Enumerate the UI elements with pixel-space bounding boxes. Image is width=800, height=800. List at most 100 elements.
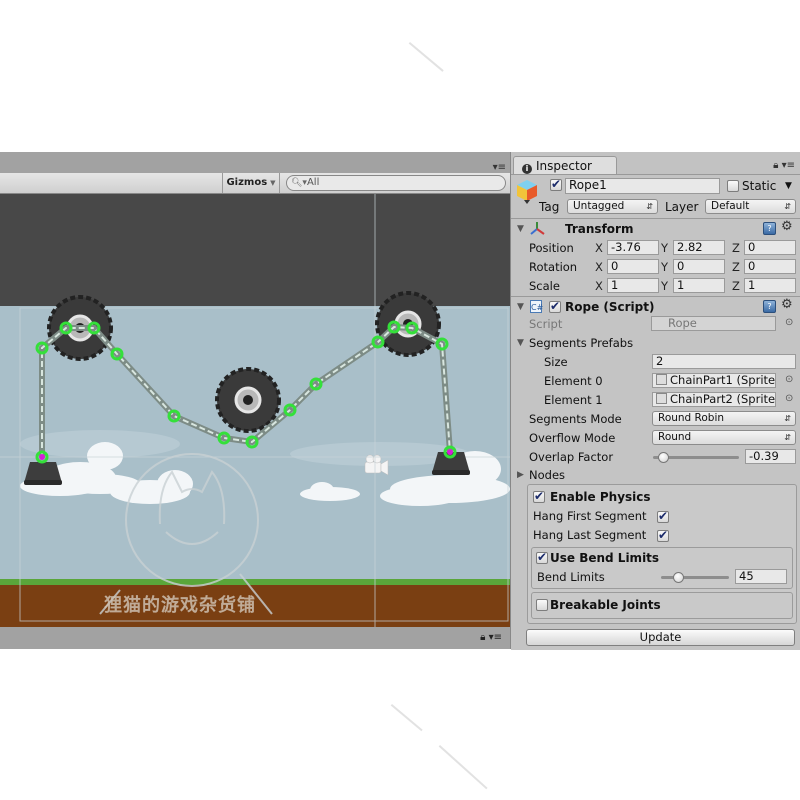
overflow-mode-value: Round: [658, 431, 692, 443]
scene-viewport[interactable]: 狸猫的游戏杂货铺: [0, 194, 510, 627]
lock-icon[interactable]: 🔒︎: [480, 632, 485, 643]
position-y-field[interactable]: 2.82: [673, 240, 725, 255]
element-0-field[interactable]: ChainPart1 (Sprite: [652, 373, 776, 388]
object-picker-icon[interactable]: ⊙: [785, 374, 793, 385]
breakable-joints-label: Breakable Joints: [550, 598, 661, 612]
expand-triangle-icon[interactable]: ▼: [517, 302, 524, 312]
enable-physics-label: Enable Physics: [550, 490, 651, 504]
size-field[interactable]: 2: [652, 354, 796, 369]
update-button[interactable]: Update: [526, 629, 795, 646]
bend-limits-slider-track[interactable]: [661, 576, 729, 579]
x-axis-label[interactable]: X: [595, 241, 603, 255]
rope-script-enabled-checkbox[interactable]: [549, 299, 561, 313]
y-axis-label[interactable]: Y: [661, 260, 668, 274]
z-axis-label[interactable]: Z: [732, 260, 740, 274]
hang-last-label: Hang Last Segment: [533, 528, 647, 542]
x-axis-label[interactable]: X: [595, 260, 603, 274]
segments-mode-select[interactable]: Round Robin ⇵: [652, 411, 796, 426]
element-0-value: ChainPart1 (Sprite: [670, 373, 776, 387]
object-picker-icon[interactable]: ⊙: [785, 393, 793, 404]
expand-triangle-icon[interactable]: ▼: [517, 338, 524, 348]
use-bend-limits-checkbox[interactable]: [536, 550, 548, 564]
element-0-label: Element 0: [544, 374, 603, 388]
transform-axes-icon: [530, 222, 545, 235]
help-icon[interactable]: ?: [763, 222, 776, 235]
hang-first-checkbox[interactable]: [657, 509, 669, 523]
unity-editor: ▾≡ Gizmos ▼ 🔍︎▾All 狸猫的游戏杂货铺 🔒︎ ▾≡ i Insp…: [0, 152, 800, 650]
panel-menu-icon[interactable]: ▾≡: [489, 632, 502, 643]
breakable-joints-checkbox[interactable]: [536, 599, 548, 611]
element-1-label: Element 1: [544, 393, 603, 407]
rotation-y-field[interactable]: 0: [673, 259, 725, 274]
hang-last-checkbox[interactable]: [657, 528, 669, 542]
gizmos-label: Gizmos: [226, 177, 268, 188]
object-name-field[interactable]: Rope1: [565, 178, 720, 194]
z-axis-label[interactable]: Z: [732, 241, 740, 255]
tab-inspector[interactable]: i Inspector: [513, 156, 617, 175]
divider: [511, 296, 800, 297]
bend-limits-slider-knob[interactable]: [673, 572, 684, 583]
y-axis-label[interactable]: Y: [661, 279, 668, 293]
z-axis-label[interactable]: Z: [732, 279, 740, 293]
decorative-line: [390, 704, 423, 732]
rotation-x-field[interactable]: 0: [607, 259, 659, 274]
static-dropdown-arrow-icon[interactable]: ▼: [785, 181, 792, 191]
scene-view-panel: ▾≡ Gizmos ▼ 🔍︎▾All 狸猫的游戏杂货铺 🔒︎ ▾≡: [0, 152, 510, 649]
static-checkbox[interactable]: [727, 180, 739, 192]
tag-label: Tag: [539, 200, 560, 214]
lock-icon[interactable]: 🔒︎: [773, 160, 778, 171]
tag-select[interactable]: Untagged ⇵: [567, 199, 658, 214]
scale-x-field[interactable]: 1: [607, 278, 659, 293]
x-axis-label[interactable]: X: [595, 279, 603, 293]
scene-toolbar: Gizmos ▼ 🔍︎▾All: [0, 173, 510, 194]
collapsed-triangle-icon[interactable]: ▶: [517, 470, 524, 480]
y-axis-label[interactable]: Y: [661, 241, 668, 255]
script-label: Script: [529, 317, 563, 331]
scene-top-band: [0, 194, 510, 306]
element-1-field[interactable]: ChainPart2 (Sprite: [652, 392, 776, 407]
dropdown-arrow-icon: ▼: [270, 179, 276, 187]
bend-limits-field[interactable]: 45: [735, 569, 787, 584]
tag-value: Untagged: [573, 200, 625, 212]
position-z-field[interactable]: 0: [744, 240, 796, 255]
divider: [511, 218, 800, 219]
overlap-factor-field[interactable]: -0.39: [745, 449, 796, 464]
info-icon: i: [522, 164, 532, 174]
panel-menu-icon[interactable]: ▾≡: [493, 162, 506, 173]
scale-y-field[interactable]: 1: [673, 278, 725, 293]
active-checkbox[interactable]: [550, 177, 562, 191]
scale-z-field[interactable]: 1: [744, 278, 796, 293]
segments-prefabs-label[interactable]: Segments Prefabs: [529, 336, 633, 350]
sprite-icon: [656, 374, 667, 385]
panel-menu-icon[interactable]: ▾≡: [782, 160, 795, 171]
rope-script-title: Rope (Script): [565, 300, 655, 314]
segments-mode-value: Round Robin: [658, 412, 725, 424]
help-icon[interactable]: ?: [763, 300, 776, 313]
overflow-mode-label: Overflow Mode: [529, 431, 616, 445]
decorative-line: [408, 42, 444, 72]
overlap-factor-slider-knob[interactable]: [658, 452, 670, 463]
updown-icon: ⇵: [646, 202, 653, 211]
wheel: [215, 367, 281, 433]
csharp-script-icon: C#: [530, 300, 543, 313]
grass-strip: [0, 579, 510, 585]
gameobject-cube-icon: [517, 180, 537, 204]
nodes-label[interactable]: Nodes: [529, 468, 565, 482]
overflow-mode-select[interactable]: Round ⇵: [652, 430, 796, 445]
position-x-field[interactable]: -3.76: [607, 240, 659, 255]
scale-label: Scale: [529, 279, 560, 293]
rotation-label: Rotation: [529, 260, 578, 274]
gear-icon[interactable]: ⚙: [781, 219, 793, 234]
overlap-factor-label: Overlap Factor: [529, 450, 614, 464]
scene-footer: 🔒︎ ▾≡: [0, 628, 510, 649]
object-picker-icon[interactable]: ⊙: [785, 317, 793, 328]
anchor-node: [39, 454, 45, 460]
expand-triangle-icon[interactable]: ▼: [517, 224, 524, 234]
enable-physics-checkbox[interactable]: [533, 489, 545, 503]
scene-search-input[interactable]: 🔍︎▾All: [286, 175, 506, 191]
gear-icon[interactable]: ⚙: [781, 297, 793, 312]
gizmos-dropdown[interactable]: Gizmos ▼: [222, 173, 280, 193]
search-placeholder: All: [306, 177, 320, 188]
layer-select[interactable]: Default ⇵: [705, 199, 796, 214]
rotation-z-field[interactable]: 0: [744, 259, 796, 274]
